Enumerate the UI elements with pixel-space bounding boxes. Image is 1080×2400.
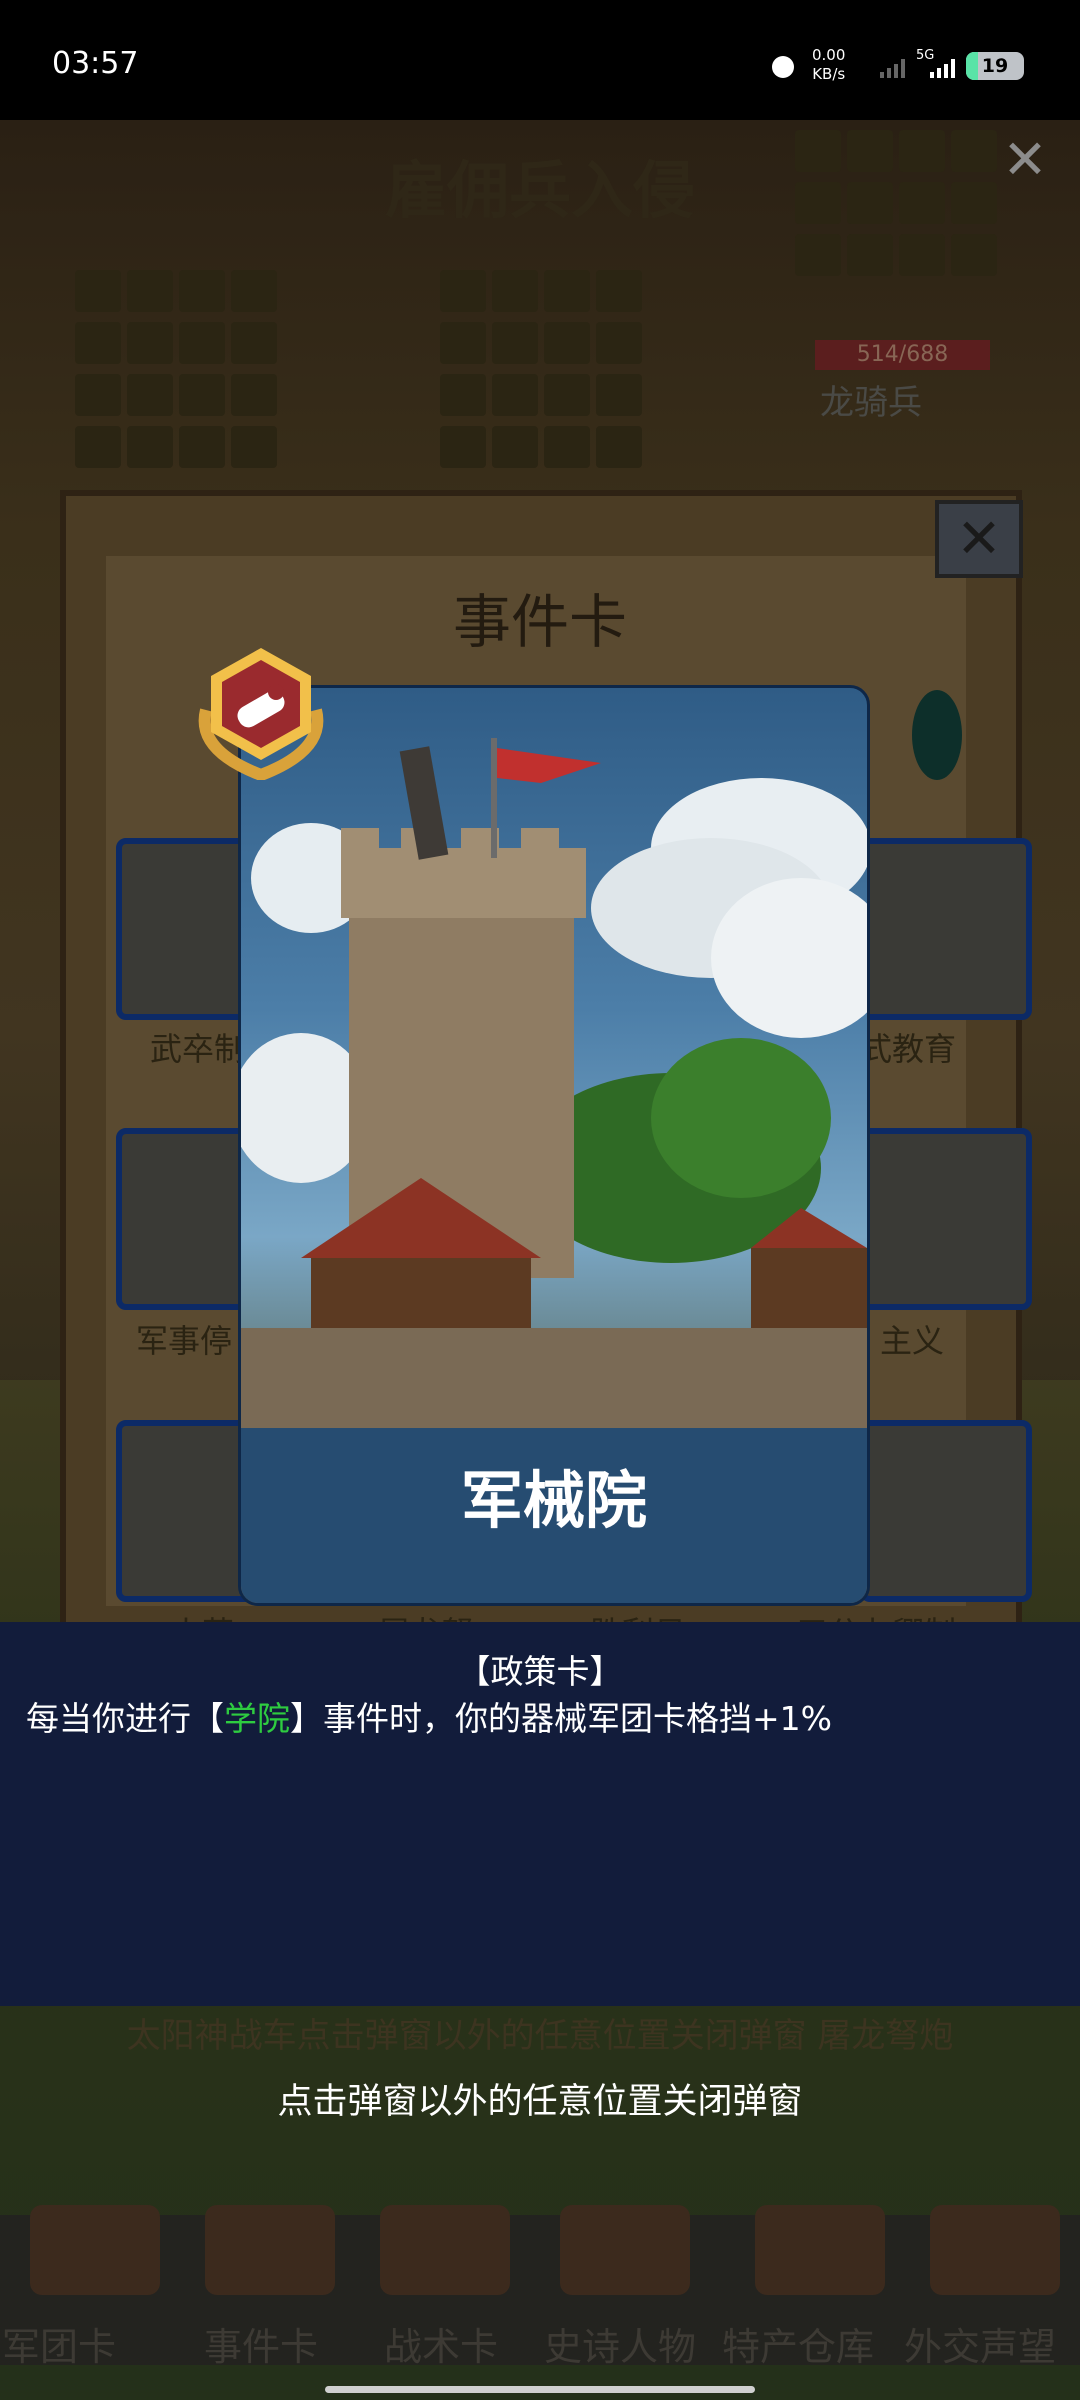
army-unit-sprite [899, 182, 945, 224]
envelope-icon [930, 2205, 1060, 2295]
army-unit-sprite [951, 234, 997, 276]
nav-event-cards: 事件卡 [204, 2325, 319, 2369]
army-unit-sprite [795, 130, 841, 172]
policy-card-badge [198, 648, 324, 780]
army-unit-sprite [951, 182, 997, 224]
description-keyword: 学院 [224, 1699, 290, 1738]
army-unit-sprite [596, 270, 642, 312]
army-unit-sprite [596, 374, 642, 416]
army-unit-sprite [127, 374, 173, 416]
crown-icon [560, 2205, 690, 2295]
army-unit-sprite [492, 270, 538, 312]
card-name: 军械院 [460, 1464, 647, 1537]
net-speed-unit: KB/s [812, 65, 846, 83]
army-unit-sprite [492, 374, 538, 416]
army-unit-sprite [127, 322, 173, 364]
army-unit-sprite [179, 426, 225, 468]
army-unit-sprite [544, 374, 590, 416]
nav-specialty-warehouse: 特产仓库 [722, 2325, 875, 2369]
army-unit-sprite [596, 426, 642, 468]
army-unit-sprite [596, 322, 642, 364]
army-unit-sprite [179, 374, 225, 416]
army-unit-sprite [440, 426, 486, 468]
army-unit-sprite [231, 426, 277, 468]
bg-card-label: 军事停 [136, 1322, 233, 1360]
signal-icon [880, 59, 905, 78]
event-card-popup: 军械院 [238, 685, 870, 1606]
army-unit-sprite [440, 270, 486, 312]
crossed-swords-icon [380, 2205, 510, 2295]
status-time: 03:57 [52, 46, 139, 81]
army-unit-sprite [544, 426, 590, 468]
event-panel-title: 事件卡 [452, 588, 627, 656]
home-indicator[interactable] [325, 2386, 755, 2393]
net-speed: 0.00 KB/s [812, 46, 845, 84]
panel-close-icon: ✕ [935, 500, 1023, 578]
army-unit-sprite [492, 426, 538, 468]
nav-tactic-cards: 战术卡 [384, 2325, 499, 2369]
army-unit-sprite [899, 130, 945, 172]
army-unit-sprite [847, 182, 893, 224]
army-unit-sprite [231, 322, 277, 364]
unit-hp-bar: 514/688 [815, 340, 990, 370]
army-unit-sprite [179, 322, 225, 364]
bg-hint-text: 太阳神战车点击弹窗以外的任意位置关闭弹窗 屠龙弩炮 [126, 2016, 954, 2056]
army-unit-sprite [231, 374, 277, 416]
army-unit-sprite [899, 234, 945, 276]
army-unit-sprite [847, 234, 893, 276]
signal-5g-icon [930, 59, 955, 78]
army-unit-sprite [75, 270, 121, 312]
army-unit-sprite [440, 374, 486, 416]
close-hint: 点击弹窗以外的任意位置关闭弹窗 [277, 2082, 803, 2122]
nav-diplomacy: 外交声望 [904, 2325, 1057, 2369]
bg-event-card [860, 1420, 1032, 1602]
scroll-icon [205, 2205, 335, 2295]
army-unit-sprite [75, 374, 121, 416]
bg-event-card [860, 1128, 1032, 1310]
army-unit-sprite [951, 130, 997, 172]
army-unit-sprite [75, 426, 121, 468]
helmet-icon [30, 2205, 160, 2295]
bg-event-card [860, 838, 1032, 1020]
army-unit-sprite [127, 426, 173, 468]
filter-icon [912, 690, 962, 780]
army-unit-sprite [127, 270, 173, 312]
army-unit-sprite [492, 322, 538, 364]
army-unit-sprite [179, 270, 225, 312]
status-bar: 03:57 0.00 KB/s 5G 19 [0, 0, 1080, 120]
army-unit-sprite [795, 234, 841, 276]
bg-card-label: 主义 [880, 1322, 945, 1360]
description-suffix: 】事件时，你的器械军团卡格挡+1% [290, 1699, 833, 1738]
army-unit-sprite [544, 270, 590, 312]
bg-card-label: 式教育 [860, 1030, 957, 1068]
army-unit-sprite [795, 182, 841, 224]
battery-icon: 19 [966, 52, 1024, 80]
description-prefix: 每当你进行【 [26, 1699, 224, 1738]
army-unit-sprite [75, 322, 121, 364]
card-type: 【政策卡】 [457, 1652, 623, 1691]
card-description: 每当你进行【学院】事件时，你的器械军团卡格挡+1% [26, 1692, 832, 1740]
army-unit-sprite [544, 322, 590, 364]
chest-icon [755, 2205, 885, 2295]
nav-legion-cards: 军团卡 [2, 2325, 117, 2369]
bg-card-label: 武卒制 [150, 1030, 247, 1068]
army-unit-sprite [847, 130, 893, 172]
battle-close-icon: ✕ [1002, 128, 1048, 191]
army-unit-sprite [231, 270, 277, 312]
army-unit-sprite [440, 322, 486, 364]
net-speed-value: 0.00 [812, 46, 846, 64]
battery-level: 19 [981, 55, 1009, 77]
unit-name: 龙骑兵 [820, 383, 922, 423]
nav-epic-heroes: 史诗人物 [544, 2325, 697, 2369]
alarm-icon [772, 56, 794, 78]
